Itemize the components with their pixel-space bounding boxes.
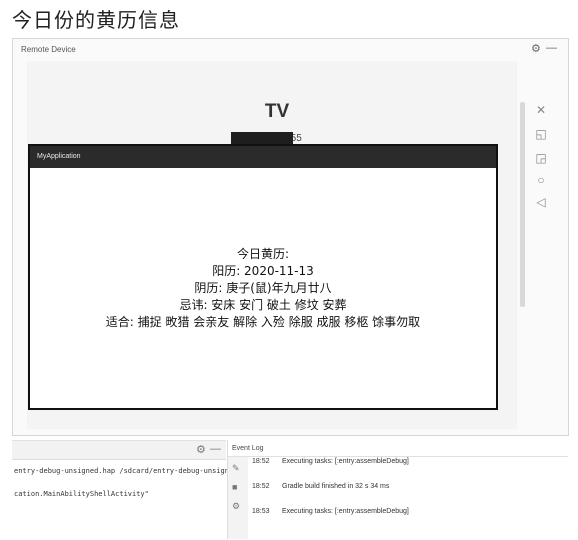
app-title: MyApplication — [37, 153, 81, 160]
app-titlebar: MyApplication — [30, 146, 496, 168]
event-log-header: Event Log — [228, 440, 568, 457]
gear-icon[interactable]: ⚙ — [531, 42, 541, 55]
back-icon[interactable]: ◁ — [529, 195, 553, 209]
minimize-icon[interactable]: — — [546, 42, 557, 54]
avoid-list: 忌讳: 安床 安门 破土 修坟 安葬 — [179, 298, 347, 312]
terminal-line: entry-debug-unsigned.hap /sdcard/entry-d… — [14, 467, 229, 475]
calendar-heading: 今日黄历: — [236, 247, 290, 261]
solar-date: 阳历: 2020-11-13 — [212, 264, 314, 278]
event-time: 18:53 — [252, 508, 270, 515]
rotate-left-icon[interactable]: ◱ — [529, 127, 553, 141]
gear-icon[interactable]: ⚙ — [196, 443, 206, 456]
event-message: Executing tasks: [:entry:assembleDebug] — [282, 458, 409, 465]
event-time: 18:52 — [252, 458, 270, 465]
minimize-icon[interactable]: — — [210, 443, 221, 455]
trash-icon[interactable]: ■ — [232, 482, 237, 492]
run-panel-toolbar: ⚙ — — [12, 441, 226, 460]
event-time: 18:52 — [252, 483, 270, 490]
panel-header: Remote Device ⚙ — — [13, 39, 568, 61]
terminal-line: cation.MainAbilityShellActivity" — [14, 490, 149, 498]
settings-icon[interactable]: ⚙ — [232, 501, 240, 512]
event-log-panel: Event Log ✎ ■ ⚙ 18:52 Executing tasks: [… — [227, 440, 568, 539]
calendar-info: 今日黄历: 阳历: 2020-11-13 阴历: 庚子(鼠)年九月廿八 忌讳: … — [30, 246, 496, 331]
camera-notch — [231, 132, 293, 144]
event-message: Executing tasks: [:entry:assembleDebug] — [282, 508, 409, 515]
suitable-list: 适合: 捕捉 畋猎 会亲友 解除 入殓 除服 成服 移柩 馀事勿取 — [105, 315, 421, 329]
close-icon[interactable]: ✕ — [529, 103, 553, 117]
event-log-gutter: ✎ ■ ⚙ — [228, 457, 248, 539]
event-message: Gradle build finished in 32 s 34 ms — [282, 483, 390, 490]
lunar-date: 阴历: 庚子(鼠)年九月廿八 — [194, 281, 332, 295]
home-icon[interactable]: ○ — [529, 173, 553, 187]
panel-title: Remote Device — [21, 45, 76, 54]
event-log-title: Event Log — [232, 445, 264, 452]
page-heading: 今日份的黄历信息 — [12, 8, 180, 32]
vertical-scrollbar[interactable] — [520, 102, 525, 307]
run-output-panel: ⚙ — entry-debug-unsigned.hap /sdcard/ent… — [12, 440, 229, 540]
edit-icon[interactable]: ✎ — [232, 463, 240, 474]
phone-screen: MyApplication 今日黄历: 阳历: 2020-11-13 阴历: 庚… — [28, 144, 498, 410]
device-label: TV — [264, 101, 290, 122]
rotate-right-icon[interactable]: ◲ — [529, 151, 553, 165]
